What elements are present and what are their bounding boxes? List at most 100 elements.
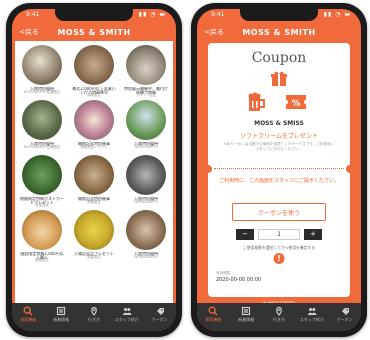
status-icons: ▮▮ ◔ ▬ <box>323 11 351 18</box>
tile-subtitle: MOSS&SMITH <box>134 255 158 260</box>
svg-text:%: % <box>291 99 300 109</box>
tile-image <box>74 155 114 195</box>
tile-image <box>74 45 114 85</box>
tab-search[interactable]: 探索機能 <box>198 306 228 323</box>
offer-description: ※本クーポンは当館での使用を前提としたサービスです。ご利用前にスタッフにお伝えく… <box>223 142 335 151</box>
tab-coupon[interactable]: クーポン <box>330 306 360 323</box>
grid-tile[interactable]: 入館特別優待 MOSS&SMITH <box>122 155 170 208</box>
tab-label: 探索機能 <box>205 317 222 322</box>
tile-image <box>22 100 62 140</box>
grid-tile[interactable]: 入館特別優待 MOSS&SMITH <box>122 100 170 153</box>
quantity-stepper: − 1 + <box>236 229 322 240</box>
confirm-text: ご使用枚数を選択してから使用を確定する <box>242 245 316 250</box>
grid-tile[interactable]: 開館記念特別催事 期間限定 <box>70 155 118 208</box>
quantity-value[interactable]: 1 <box>258 229 300 240</box>
tab-label: スタッフ紹介 <box>114 317 139 322</box>
status-time: 9:41 <box>26 11 40 18</box>
phone-notch <box>240 9 318 21</box>
tile-subtitle: 期間限定イベント <box>80 145 108 150</box>
increment-button[interactable]: + <box>304 229 322 240</box>
tile-image <box>74 100 114 140</box>
grid-tile[interactable]: 期間限定特典ポストカードプレゼント 数量限定 <box>18 155 66 208</box>
tab-label: 新着情報 <box>238 317 255 322</box>
nav-bar: <戻る MOSS & SMITH <box>197 23 361 41</box>
coupon-detail-screen: 9:41 ▮▮ ◔ ▬ <戻る MOSS & SMITH Coupon % MO… <box>197 9 361 331</box>
grid-tile[interactable]: 入館特別優待 MOSS&SMITH <box>122 210 170 263</box>
news-icon <box>242 306 251 316</box>
tab-staff[interactable]: スタッフ紹介 <box>297 306 327 323</box>
grid-tile[interactable]: 入館特別優待 MOSS&SMITH店舗限定 <box>18 45 66 98</box>
tab-bar: 探索機能 新着情報 行き方 スタッフ紹介 クーポン <box>12 303 176 331</box>
tab-news[interactable]: 新着情報 <box>46 306 76 323</box>
perforation-divider <box>214 168 344 169</box>
expiry-label: 有効期限 <box>216 271 231 275</box>
tile-subtitle: スタッフ限定 <box>135 93 157 98</box>
tab-access[interactable]: 行き方 <box>264 306 294 323</box>
ticket-notch-right <box>346 165 354 173</box>
tab-news[interactable]: 新着情報 <box>231 306 261 323</box>
tile-image <box>126 155 166 195</box>
status-icons: ▮▮ ◔ ▬ <box>138 11 166 18</box>
coupon-card: Coupon % MOSS & SMISS ソフトクリームをプレゼント ※本クー… <box>204 43 354 297</box>
phone-left: 9:41 ▮▮ ◔ ▬ <戻る MOSS & SMITH 入館特別優待 MOSS&… <box>6 3 182 337</box>
status-time: 9:41 <box>211 11 225 18</box>
tab-label: 行き方 <box>272 317 285 322</box>
tab-access[interactable]: 行き方 <box>79 306 109 323</box>
tab-label: 新着情報 <box>53 317 70 322</box>
alert-icon: ! <box>273 253 285 264</box>
tile-image <box>126 45 166 85</box>
nav-bar: <戻る MOSS & SMITH <box>12 23 176 41</box>
back-button[interactable]: <戻る <box>204 27 224 37</box>
phone-notch <box>55 9 133 21</box>
tile-subtitle: MOSS&SMITH店舗限定 <box>23 90 61 95</box>
tile-image <box>22 210 62 250</box>
tab-label: クーポン <box>151 317 168 322</box>
phone-right: 9:41 ▮▮ ◔ ▬ <戻る MOSS & SMITH Coupon % MO… <box>191 3 367 337</box>
decrement-button[interactable]: − <box>236 229 254 240</box>
offer-text: ソフトクリームをプレゼント <box>240 133 318 140</box>
tab-label: クーポン <box>336 317 353 322</box>
tile-image <box>126 100 166 140</box>
tab-search[interactable]: 探索機能 <box>13 306 43 323</box>
news-icon <box>57 306 66 316</box>
tile-image <box>22 155 62 195</box>
tile-image <box>74 210 114 250</box>
tile-subtitle: MOSS&SMITH <box>134 145 158 150</box>
coupon-icon <box>156 308 164 315</box>
tab-staff[interactable]: スタッフ紹介 <box>112 306 142 323</box>
coupon-list-screen: 9:41 ▮▮ ◔ ▬ <戻る MOSS & SMITH 入館特別優待 MOSS&… <box>12 9 176 331</box>
usage-notice: ご利用時に、この画面をスタッフにご提示ください。 <box>219 178 339 184</box>
tab-bar: 探索機能 新着情報 行き方 スタッフ紹介 クーポン <box>197 303 361 331</box>
beer-mug-icon <box>248 92 265 111</box>
ticket-notch-left <box>204 165 212 173</box>
people-icon <box>307 308 317 315</box>
tile-subtitle: MOSS&SMITH店舗限定 <box>23 145 61 150</box>
brand-name: MOSS & SMISS <box>254 120 304 127</box>
nav-title: MOSS & SMITH <box>57 27 131 37</box>
discount-ticket-icon: % <box>286 95 306 109</box>
tile-image <box>22 45 62 85</box>
people-icon <box>122 308 132 315</box>
tile-subtitle: 期間限定 <box>35 258 49 263</box>
nav-title: MOSS & SMITH <box>242 27 316 37</box>
back-button[interactable]: <戻る <box>19 27 39 37</box>
coupon-icon <box>341 308 349 315</box>
grid-tile[interactable]: 株式2,000円以上お買い上げで特典進呈 期間限定 <box>70 45 118 98</box>
tab-label: スタッフ紹介 <box>299 317 324 322</box>
search-icon <box>23 306 33 316</box>
search-icon <box>208 306 218 316</box>
tab-coupon[interactable]: クーポン <box>145 306 175 323</box>
tab-label: 行き方 <box>87 317 100 322</box>
coupon-grid: 入館特別優待 MOSS&SMITH店舗限定 株式2,000円以上お買い上げで特典進… <box>15 41 173 303</box>
tab-label: 探索機能 <box>20 317 37 322</box>
grid-tile[interactable]: 入館特別優待 MOSS&SMITH店舗限定 <box>18 100 66 153</box>
grid-tile[interactable]: 施設限定特典2,000円以上購入 期間限定 <box>18 210 66 263</box>
tile-subtitle: MOSS&SMITH <box>134 200 158 205</box>
grid-tile[interactable]: 入場記念品プレゼント 数量限定 <box>70 210 118 263</box>
tile-subtitle: 期間限定 <box>87 93 101 98</box>
grid-tile[interactable]: 特別展示開催中、着付け体験で特典 スタッフ限定 <box>122 45 170 98</box>
use-coupon-button[interactable]: クーポンを使う <box>232 203 326 221</box>
pin-icon <box>276 306 282 316</box>
grid-tile[interactable]: 開館記念特別催事 期間限定イベント <box>70 100 118 153</box>
gift-icon <box>271 71 287 86</box>
